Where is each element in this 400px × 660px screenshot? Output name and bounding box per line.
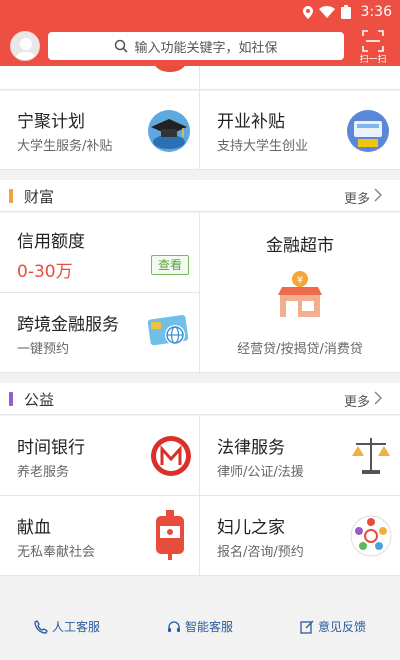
search-input[interactable]: 输入功能关键字，如社保 — [48, 32, 344, 60]
chevron-right-icon[interactable] — [372, 390, 384, 406]
scan-button[interactable]: 扫一扫 — [356, 30, 390, 65]
scales-icon — [352, 438, 390, 474]
card-ningju-plan[interactable]: 宁聚计划 大学生服务/补贴 — [0, 91, 200, 170]
card-blood-donation[interactable]: 献血 无私奉献社会 — [0, 496, 200, 576]
section-header-charity: 公益 更多 — [0, 383, 400, 415]
card-women-children-home[interactable]: 妇儿之家 报名/咨询/预约 — [200, 496, 400, 576]
edit-icon — [300, 620, 314, 634]
headset-icon — [168, 620, 180, 632]
phone-icon — [34, 619, 48, 634]
card-title: 信用额度 — [17, 232, 85, 252]
battery-icon — [340, 5, 351, 19]
card-subtitle: 大学生服务/补贴 — [17, 139, 113, 154]
button-label: 人工客服 — [52, 620, 101, 634]
card-title: 开业补贴 — [217, 112, 285, 132]
card-title: 献血 — [17, 518, 51, 538]
supermarket-icon: ¥ — [278, 271, 322, 317]
card-subtitle: 支持大学生创业 — [217, 139, 309, 154]
status-bar: 3:36 — [302, 4, 392, 20]
section-accent-bar — [9, 189, 13, 203]
scan-label: 扫一扫 — [359, 55, 387, 65]
card-subtitle: 无私奉献社会 — [17, 545, 96, 560]
more-link[interactable]: 更多 — [344, 188, 370, 207]
shop-startup-icon — [347, 110, 389, 152]
feedback-button[interactable]: 意见反馈 — [300, 618, 366, 635]
partial-row — [0, 66, 400, 90]
user-avatar-icon — [11, 32, 39, 60]
partial-icon — [155, 66, 185, 72]
search-icon — [115, 39, 129, 53]
scan-icon — [362, 30, 384, 52]
graduation-cap-icon — [148, 110, 190, 152]
section-header-wealth: 财富 更多 — [0, 180, 400, 212]
card-business-subsidy[interactable]: 开业补贴 支持大学生创业 — [200, 91, 400, 170]
card-title: 金融超市 — [266, 236, 334, 256]
location-icon — [302, 5, 313, 19]
card-subtitle: 经营贷/按揭贷/消费贷 — [237, 342, 363, 357]
card-subtitle: 报名/咨询/预约 — [217, 545, 304, 560]
wifi-icon — [318, 6, 335, 18]
card-subtitle: 养老服务 — [17, 465, 70, 480]
blood-bag-icon — [156, 510, 184, 560]
credit-amount: 0-30万 — [17, 262, 73, 282]
button-label: 意见反馈 — [318, 620, 367, 634]
family-circle-icon — [350, 515, 392, 557]
card-title: 时间银行 — [17, 438, 85, 458]
bottom-bar: 人工客服 智能客服 意见反馈 — [0, 598, 400, 660]
avatar[interactable] — [10, 31, 40, 61]
globe-card-icon — [147, 315, 189, 346]
button-label: 智能客服 — [185, 620, 234, 634]
human-service-button[interactable]: 人工客服 — [34, 618, 100, 635]
card-title: 跨境金融服务 — [17, 315, 119, 335]
time-bank-logo-icon — [151, 436, 191, 476]
clock: 3:36 — [360, 4, 392, 20]
card-credit-limit[interactable]: 信用额度 0-30万 查看 — [0, 213, 200, 293]
card-title: 宁聚计划 — [17, 112, 85, 132]
card-title: 法律服务 — [217, 438, 285, 458]
card-cross-border-finance[interactable]: 跨境金融服务 一键预约 — [0, 293, 200, 373]
section-title: 财富 — [24, 188, 55, 206]
card-time-bank[interactable]: 时间银行 养老服务 — [0, 416, 200, 496]
more-link[interactable]: 更多 — [344, 391, 370, 410]
view-button[interactable]: 查看 — [151, 255, 189, 275]
smart-service-button[interactable]: 智能客服 — [167, 618, 233, 635]
section-title: 公益 — [24, 391, 55, 409]
card-title: 妇儿之家 — [217, 518, 285, 538]
chevron-right-icon[interactable] — [372, 187, 384, 203]
header-bar: 3:36 输入功能关键字，如社保 扫一扫 — [0, 0, 400, 66]
svg-text:¥: ¥ — [297, 275, 303, 286]
card-subtitle: 律师/公证/法援 — [217, 465, 304, 480]
search-placeholder: 输入功能关键字，如社保 — [134, 40, 278, 56]
card-finance-supermarket[interactable]: 金融超市 ¥ 经营贷/按揭贷/消费贷 — [200, 213, 400, 373]
section-accent-bar — [9, 392, 13, 406]
card-legal-service[interactable]: 法律服务 律师/公证/法援 — [200, 416, 400, 496]
card-subtitle: 一键预约 — [17, 342, 70, 357]
